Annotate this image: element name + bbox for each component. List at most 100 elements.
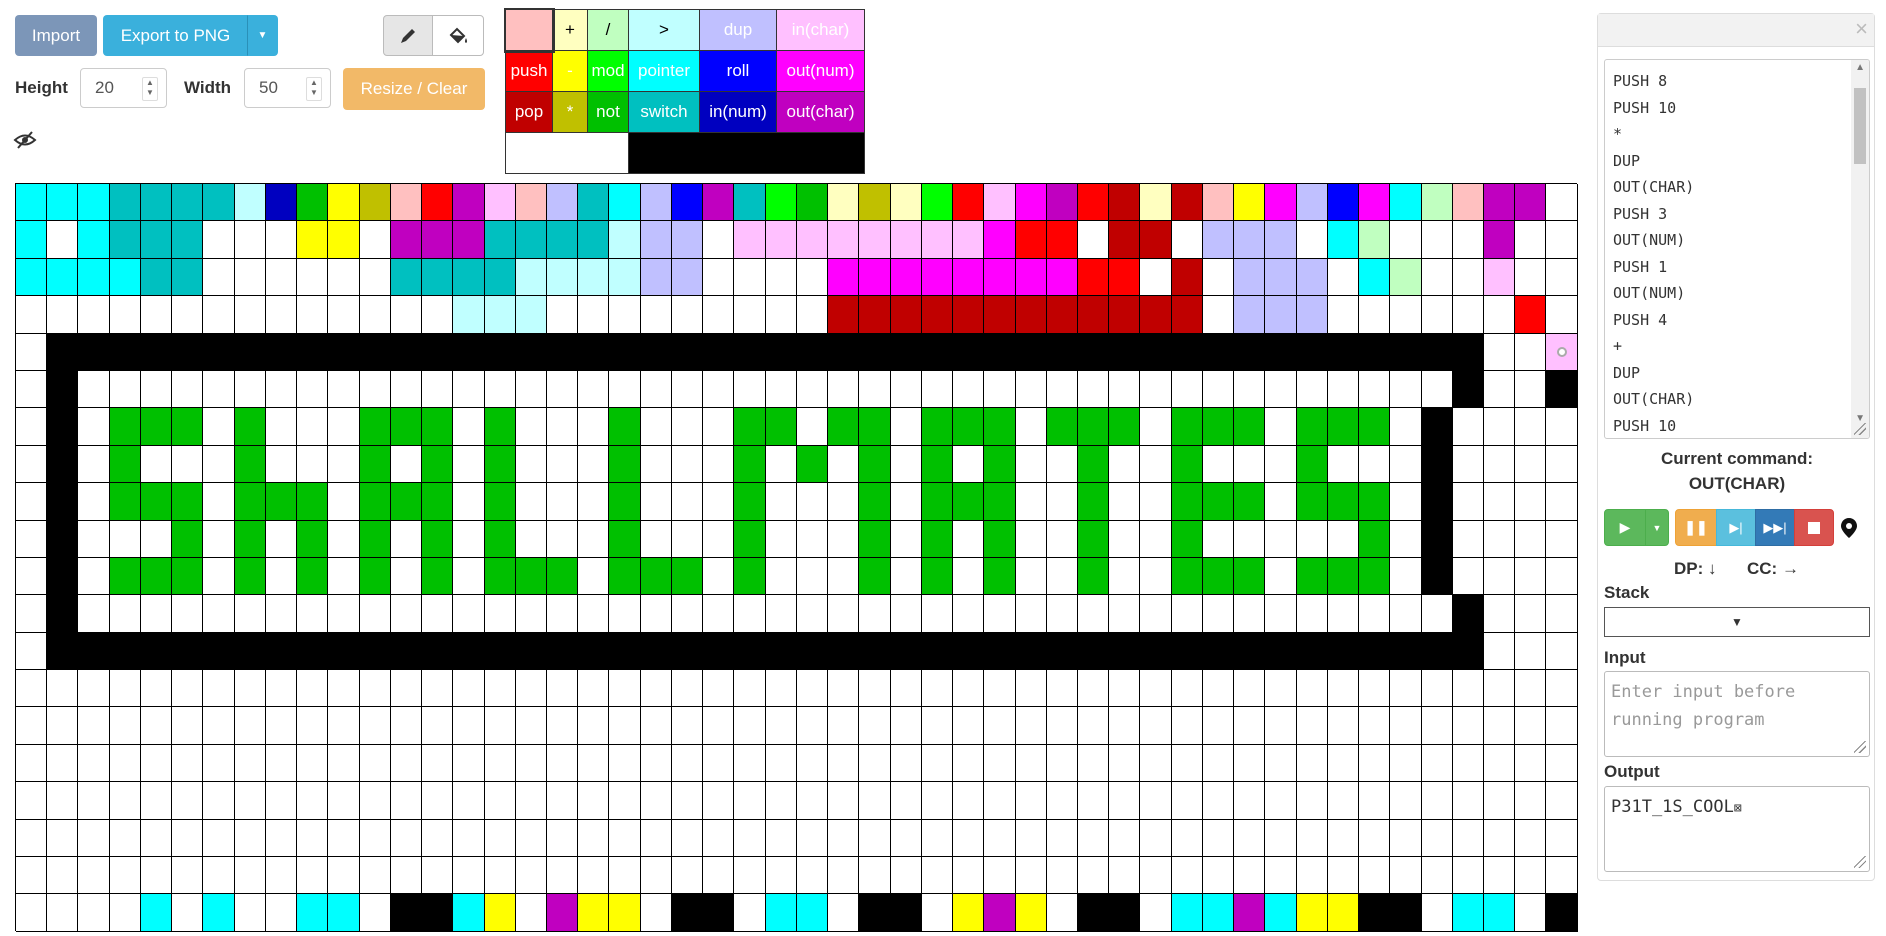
grid-cell[interactable] (1140, 184, 1172, 222)
grid-cell[interactable] (203, 857, 235, 895)
grid-cell[interactable] (109, 184, 141, 222)
grid-cell[interactable] (453, 483, 485, 521)
grid-cell[interactable] (734, 857, 766, 895)
grid-cell[interactable] (16, 520, 48, 558)
grid-cell[interactable] (734, 370, 766, 409)
grid-cell[interactable] (953, 670, 985, 708)
grid-cell[interactable] (765, 744, 797, 783)
grid-cell[interactable] (609, 520, 641, 558)
grid-cell[interactable] (1484, 370, 1516, 409)
palette-cell-1-3[interactable]: pointer (628, 50, 700, 92)
grid-cell[interactable] (1046, 221, 1078, 259)
grid-cell[interactable] (1015, 408, 1047, 446)
grid-cell[interactable] (1109, 557, 1141, 596)
grid-cell[interactable] (828, 857, 860, 895)
grid-cell[interactable] (703, 595, 735, 633)
grid-cell[interactable] (578, 632, 610, 671)
grid-cell[interactable] (297, 520, 329, 558)
grid-cell[interactable] (265, 632, 298, 671)
grid-cell[interactable] (453, 782, 485, 820)
palette-cell-2-3[interactable]: switch (628, 91, 700, 133)
grid-cell[interactable] (1265, 370, 1297, 409)
grid-cell[interactable] (828, 707, 860, 745)
grid-cell[interactable] (921, 857, 954, 895)
grid-cell[interactable] (234, 445, 266, 484)
grid-cell[interactable] (765, 557, 797, 596)
grid-cell[interactable] (1077, 782, 1110, 820)
grid-cell[interactable] (734, 333, 766, 371)
grid-cell[interactable] (1046, 520, 1078, 558)
grid-cell[interactable] (1327, 744, 1360, 783)
grid-cell[interactable] (640, 857, 672, 895)
grid-cell[interactable] (703, 782, 735, 820)
grid-cell[interactable] (265, 296, 298, 334)
grid-cell[interactable] (640, 408, 672, 446)
grid-cell[interactable] (1546, 333, 1578, 371)
grid-cell[interactable] (297, 707, 329, 745)
grid-cell[interactable] (453, 819, 485, 858)
grid-cell[interactable] (78, 184, 110, 222)
grid-cell[interactable] (1359, 782, 1391, 820)
grid-cell[interactable] (140, 557, 173, 596)
grid-cell[interactable] (1234, 258, 1266, 297)
grid-cell[interactable] (1390, 483, 1422, 521)
pencil-tool-button[interactable] (383, 15, 433, 56)
grid-cell[interactable] (140, 333, 173, 371)
grid-cell[interactable] (390, 370, 423, 409)
grid-cell[interactable] (453, 670, 485, 708)
grid-cell[interactable] (859, 857, 891, 895)
grid-cell[interactable] (828, 333, 860, 371)
grid-cell[interactable] (609, 333, 641, 371)
grid-cell[interactable] (1390, 857, 1422, 895)
grid-cell[interactable] (1109, 296, 1141, 334)
grid-cell[interactable] (1359, 744, 1391, 783)
grid-cell[interactable] (1546, 221, 1578, 259)
grid-cell[interactable] (1109, 707, 1141, 745)
grid-cell[interactable] (828, 296, 860, 334)
grid-cell[interactable] (1077, 857, 1110, 895)
grid-cell[interactable] (1109, 258, 1141, 297)
grid-cell[interactable] (297, 258, 329, 297)
grid-cell[interactable] (1077, 632, 1110, 671)
grid-cell[interactable] (1327, 408, 1360, 446)
grid-cell[interactable] (640, 894, 672, 932)
grid-cell[interactable] (828, 184, 860, 222)
grid-cell[interactable] (1077, 445, 1110, 484)
grid-cell[interactable] (671, 184, 704, 222)
grid-cell[interactable] (16, 184, 48, 222)
grid-cell[interactable] (1234, 296, 1266, 334)
grid-cell[interactable] (1390, 184, 1422, 222)
program-listing[interactable]: PUSH 8 PUSH 10 * DUP OUT(CHAR) PUSH 3 OUT(NUM)… (1604, 59, 1870, 439)
grid-cell[interactable] (734, 483, 766, 521)
grid-cell[interactable] (1515, 557, 1547, 596)
grid-cell[interactable] (890, 483, 922, 521)
grid-cell[interactable] (422, 707, 454, 745)
grid-cell[interactable] (328, 258, 360, 297)
grid-cell[interactable] (1171, 894, 1203, 932)
grid-cell[interactable] (328, 221, 360, 259)
grid-cell[interactable] (734, 296, 766, 334)
grid-cell[interactable] (1296, 520, 1328, 558)
grid-cell[interactable] (1421, 370, 1453, 409)
grid-cell[interactable] (546, 445, 579, 484)
grid-cell[interactable] (609, 595, 641, 633)
grid-cell[interactable] (47, 857, 79, 895)
grid-cell[interactable] (1421, 408, 1453, 446)
grid-cell[interactable] (328, 557, 360, 596)
grid-cell[interactable] (1390, 557, 1422, 596)
grid-cell[interactable] (1202, 258, 1235, 297)
grid-cell[interactable] (671, 370, 704, 409)
grid-cell[interactable] (78, 744, 110, 783)
grid-cell[interactable] (16, 744, 48, 783)
grid-cell[interactable] (953, 595, 985, 633)
grid-cell[interactable] (1327, 670, 1360, 708)
grid-cell[interactable] (1546, 707, 1578, 745)
grid-cell[interactable] (703, 744, 735, 783)
grid-cell[interactable] (515, 445, 547, 484)
grid-cell[interactable] (1077, 333, 1110, 371)
grid-cell[interactable] (515, 408, 547, 446)
grid-cell[interactable] (172, 258, 204, 297)
grid-cell[interactable] (1546, 670, 1578, 708)
grid-cell[interactable] (796, 221, 829, 259)
grid-cell[interactable] (796, 595, 829, 633)
